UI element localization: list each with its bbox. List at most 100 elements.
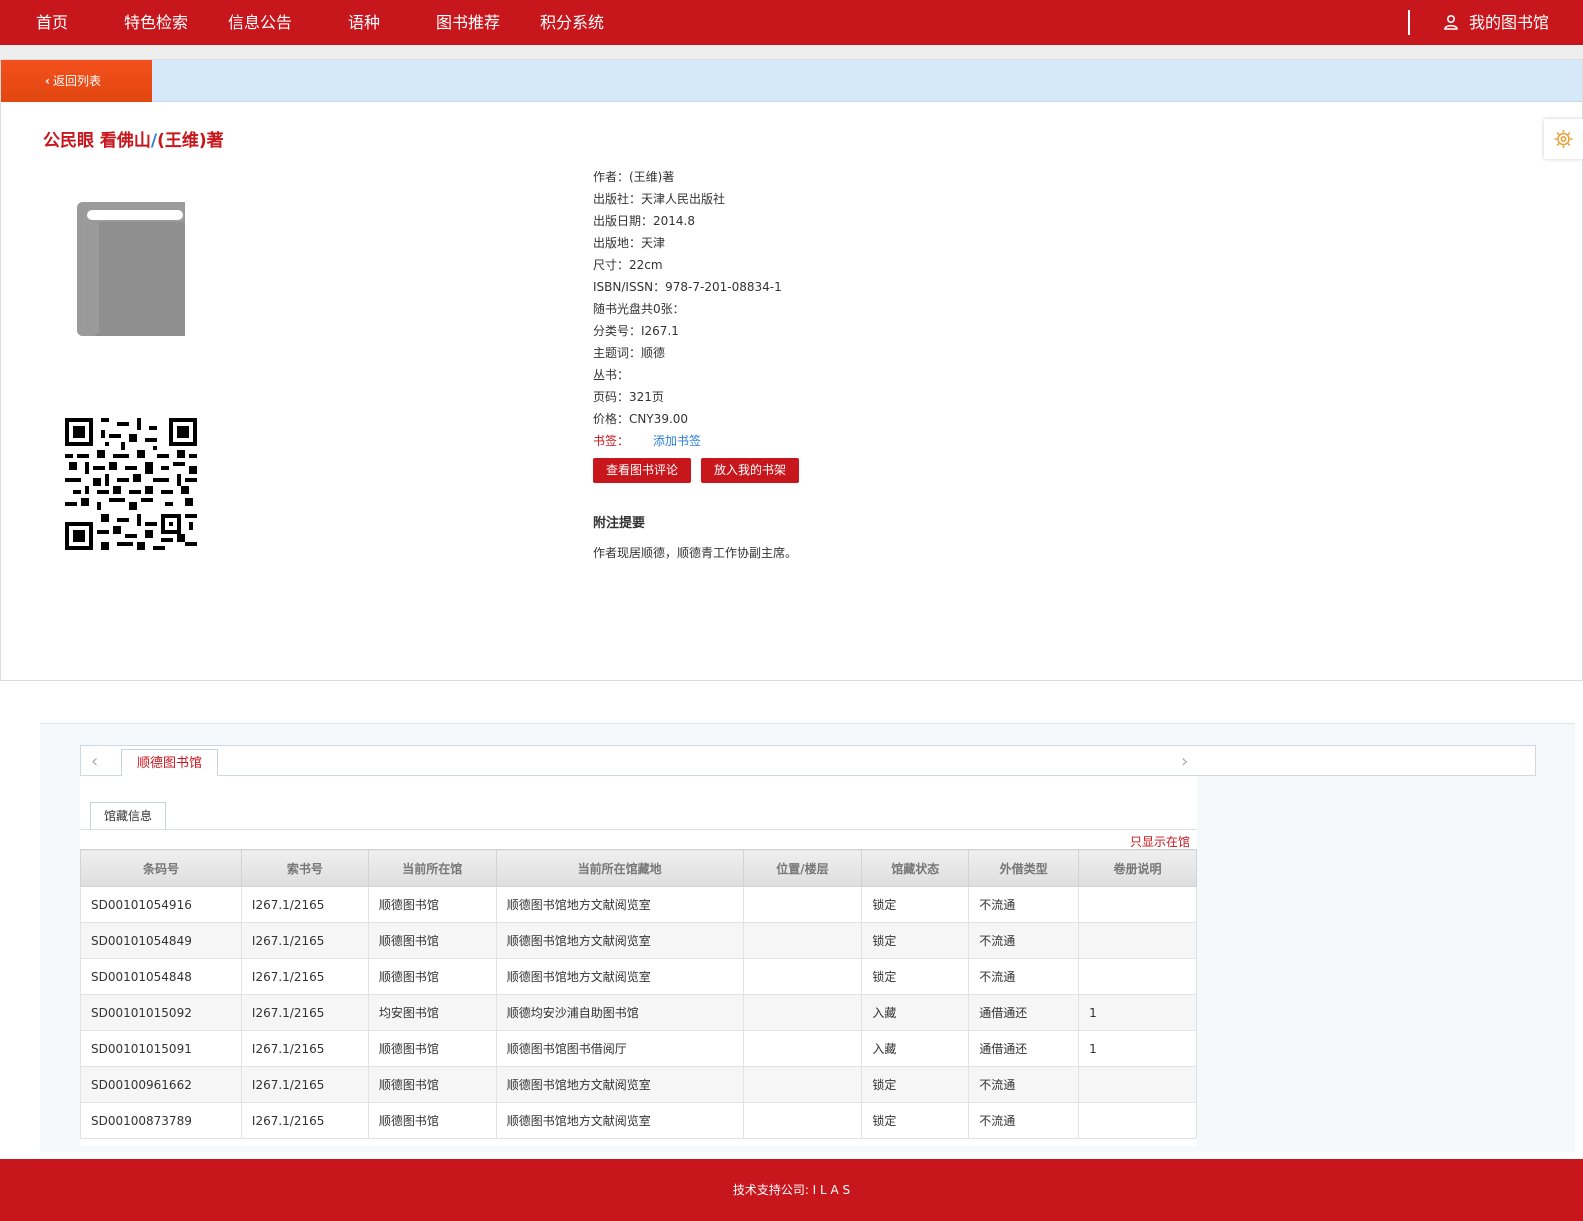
- cell-call-number: I267.1/2165: [240, 1102, 369, 1139]
- cell-barcode: SD00100961662: [80, 1066, 242, 1103]
- cell-call-number: I267.1/2165: [240, 922, 369, 959]
- book-detail-panel: ‹ 返回列表 公民眼 看佛山/(王维)著 作者：(王维)著 出版社：天津人民出版…: [0, 59, 1583, 681]
- cell-call-number: I267.1/2165: [240, 958, 369, 995]
- cell-barcode: SD00101054916: [80, 886, 242, 923]
- cell-barcode: SD00101054848: [80, 958, 242, 995]
- cell-barcode: SD00101054849: [80, 922, 242, 959]
- nav-home[interactable]: 首页: [36, 0, 68, 45]
- cell-status: 入藏: [861, 1030, 970, 1067]
- table-row: SD00101015091 I267.1/2165 顺德图书馆 顺德图书馆图书借阅厅 入…: [80, 1030, 1197, 1067]
- cell-barcode: SD00100873789: [80, 1102, 242, 1139]
- cell-floor: [742, 958, 863, 995]
- qr-code: [65, 418, 197, 550]
- book-title: 公民眼 看佛山/(王维)著: [43, 126, 224, 151]
- cell-volume: [1078, 922, 1197, 959]
- meta-series: 丛书：: [593, 368, 630, 382]
- meta-publisher: 出版社：天津人民出版社: [593, 192, 726, 206]
- table-row: SD00101054849 I267.1/2165 顺德图书馆 顺德图书馆地方文献阅览…: [80, 922, 1197, 959]
- subtab-divider: [80, 829, 1197, 830]
- book-cover-icon: [77, 202, 185, 336]
- cell-location: 顺德图书馆地方文献阅览室: [495, 1102, 744, 1139]
- cell-call-number: I267.1/2165: [240, 1030, 369, 1067]
- holdings-section: ‹ 顺德图书馆 › 馆藏信息 只显示在馆 条码号 索书号 当前所在馆 当前所在馆…: [40, 723, 1575, 1153]
- table-row: SD00101054916 I267.1/2165 顺德图书馆 顺德图书馆地方文献阅览…: [80, 886, 1197, 923]
- col-volume-note: 卷册说明: [1078, 849, 1197, 887]
- cell-loan-type: 通借通还: [968, 1030, 1080, 1067]
- cell-volume: [1078, 1066, 1197, 1103]
- col-call-number: 索书号: [240, 849, 369, 887]
- my-library-link[interactable]: 我的图书馆: [1469, 0, 1549, 45]
- tab-holdings-info[interactable]: 馆藏信息: [90, 802, 166, 829]
- chevron-right-icon[interactable]: ›: [1181, 751, 1188, 772]
- col-status: 馆藏状态: [861, 849, 970, 887]
- meta-size: 尺寸：22cm: [593, 258, 663, 272]
- cell-status: 锁定: [861, 922, 970, 959]
- title-author: (王维)著: [157, 131, 224, 151]
- user-icon: [1444, 14, 1458, 30]
- table-row: SD00100961662 I267.1/2165 顺德图书馆 顺德图书馆地方文献阅览…: [80, 1066, 1197, 1103]
- cell-loan-type: 不流通: [968, 1066, 1080, 1103]
- cell-library: 顺德图书馆: [367, 1066, 497, 1103]
- meta-price: 价格：CNY39.00: [593, 412, 689, 426]
- cell-volume: 1: [1078, 994, 1197, 1031]
- footer: 技术支持公司: I L A S: [0, 1159, 1583, 1221]
- meta-isbn: ISBN/ISSN：978-7-201-08834-1: [593, 280, 782, 294]
- cell-location: 顺德图书馆地方文献阅览室: [495, 1066, 744, 1103]
- cell-status: 入藏: [861, 994, 970, 1031]
- nav-announcements[interactable]: 信息公告: [228, 0, 292, 45]
- table-row: SD00101054848 I267.1/2165 顺德图书馆 顺德图书馆地方文献阅览…: [80, 958, 1197, 995]
- notes-text: 作者现居顺德，顺德青工作协副主席。: [593, 546, 798, 560]
- cell-location: 顺德图书馆地方文献阅览室: [495, 922, 744, 959]
- cell-volume: [1078, 886, 1197, 923]
- cell-floor: [742, 886, 863, 923]
- holdings-panel: 馆藏信息 只显示在馆 条码号 索书号 当前所在馆 当前所在馆藏地 位置/楼层 馆…: [80, 776, 1197, 1146]
- cell-library: 顺德图书馆: [367, 958, 497, 995]
- col-floor: 位置/楼层: [742, 849, 863, 887]
- chevron-left-icon[interactable]: ‹: [91, 751, 98, 772]
- cell-status: 锁定: [861, 886, 970, 923]
- cell-volume: [1078, 1102, 1197, 1139]
- meta-pages: 页码：321页: [593, 390, 664, 404]
- cell-barcode: SD00101015092: [80, 994, 242, 1031]
- book-metadata: 作者：(王维)著 出版社：天津人民出版社 出版日期：2014.8 出版地：天津 …: [593, 166, 782, 452]
- cell-status: 锁定: [861, 1102, 970, 1139]
- gear-icon: [1554, 130, 1573, 148]
- nav-points-system[interactable]: 积分系统: [540, 0, 604, 45]
- nav-book-recommend[interactable]: 图书推荐: [436, 0, 500, 45]
- back-to-list-button[interactable]: ‹ 返回列表: [1, 60, 152, 102]
- tab-shunde-library[interactable]: 顺德图书馆: [121, 749, 218, 777]
- only-available-link[interactable]: 只显示在馆: [1130, 833, 1190, 850]
- table-row: SD00101015092 I267.1/2165 均安图书馆 顺德均安沙浦自助图书馆…: [80, 994, 1197, 1031]
- cell-library: 均安图书馆: [367, 994, 497, 1031]
- cell-location: 顺德图书馆地方文献阅览室: [495, 886, 744, 923]
- cell-location: 顺德均安沙浦自助图书馆: [495, 994, 744, 1031]
- meta-disc: 随书光盘共0张：: [593, 302, 685, 316]
- nav-language[interactable]: 语种: [348, 0, 380, 45]
- cell-library: 顺德图书馆: [367, 1030, 497, 1067]
- meta-bookmark: 书签： 添加书签: [593, 430, 782, 452]
- col-loan-type: 外借类型: [968, 849, 1080, 887]
- cell-floor: [742, 1102, 863, 1139]
- cell-loan-type: 不流通: [968, 1102, 1080, 1139]
- meta-subject: 主题词：顺德: [593, 346, 666, 360]
- cell-loan-type: 不流通: [968, 922, 1080, 959]
- back-label: 返回列表: [52, 74, 101, 88]
- meta-pub-date: 出版日期：2014.8: [593, 214, 695, 228]
- cell-floor: [742, 922, 863, 959]
- cell-floor: [742, 1030, 863, 1067]
- add-bookmark-link[interactable]: 添加书签: [653, 434, 701, 448]
- cell-library: 顺德图书馆: [367, 922, 497, 959]
- bookmark-label: 书签：: [593, 434, 630, 448]
- cell-status: 锁定: [861, 958, 970, 995]
- side-settings-button[interactable]: [1544, 119, 1583, 159]
- cell-loan-type: 通借通还: [968, 994, 1080, 1031]
- table-header-row: 条码号 索书号 当前所在馆 当前所在馆藏地 位置/楼层 馆藏状态 外借类型 卷册…: [80, 849, 1197, 887]
- col-current-location: 当前所在馆藏地: [495, 849, 744, 887]
- cell-volume: [1078, 958, 1197, 995]
- cell-call-number: I267.1/2165: [240, 994, 369, 1031]
- view-reviews-button[interactable]: 查看图书评论: [593, 458, 691, 483]
- add-to-shelf-button[interactable]: 放入我的书架: [701, 458, 799, 483]
- nav-special-search[interactable]: 特色检索: [124, 0, 188, 45]
- library-tabbar: ‹ 顺德图书馆 ›: [80, 745, 1536, 777]
- cell-floor: [742, 994, 863, 1031]
